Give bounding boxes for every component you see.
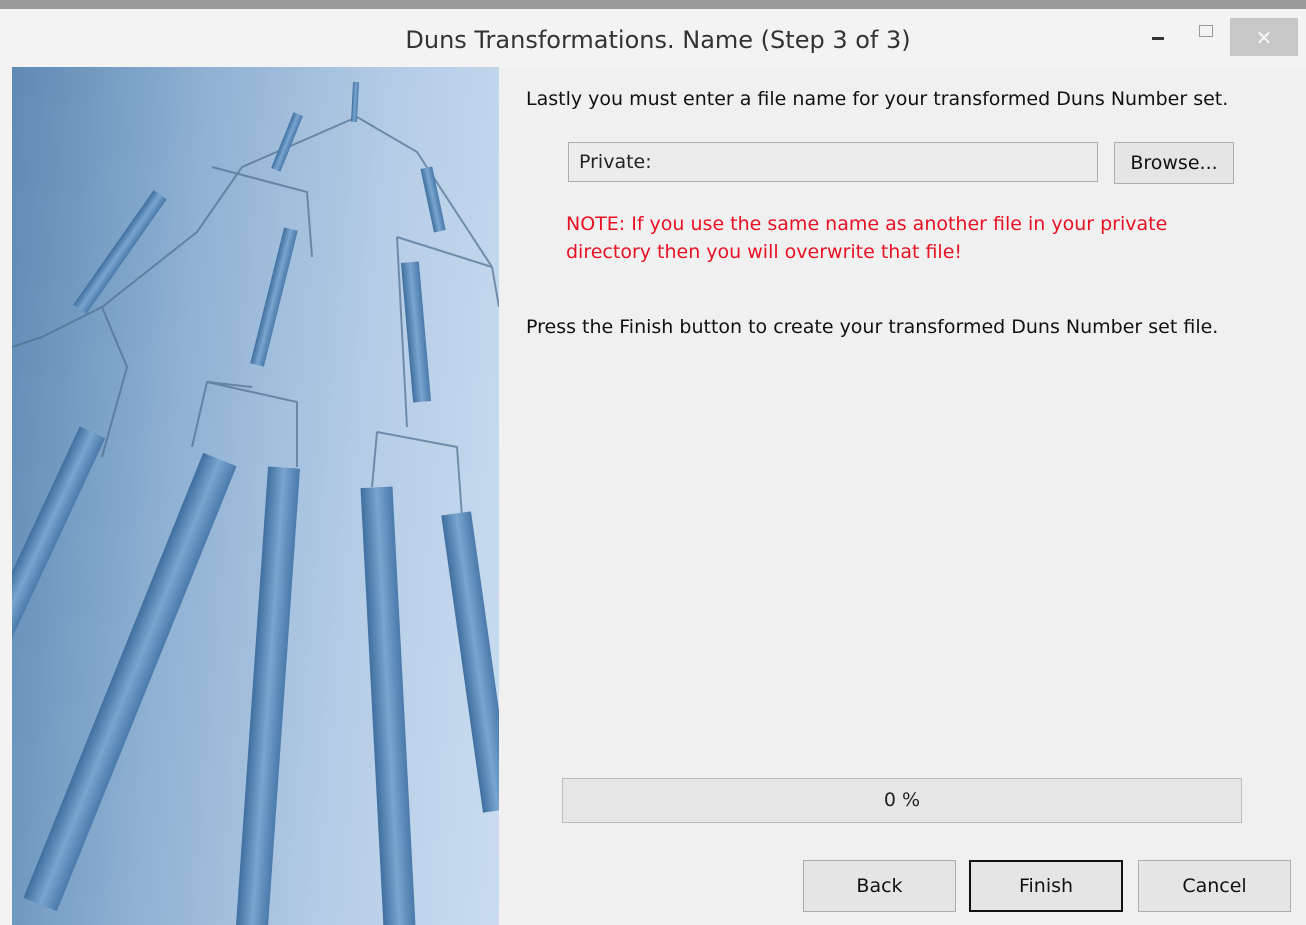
intro-text: Lastly you must enter a file name for yo… <box>526 88 1229 110</box>
title-bar[interactable]: Duns Transformations. Name (Step 3 of 3)… <box>0 9 1306 67</box>
minimize-button[interactable] <box>1138 20 1178 48</box>
close-button[interactable]: × <box>1230 18 1298 56</box>
minimize-icon <box>1152 36 1164 40</box>
file-name-field[interactable]: Private: <box>568 142 1098 182</box>
overwrite-warning: NOTE: If you use the same name as anothe… <box>566 213 1168 263</box>
cancel-button[interactable]: Cancel <box>1138 860 1291 912</box>
wizard-window: Duns Transformations. Name (Step 3 of 3)… <box>0 0 1306 925</box>
progress-bar: 0 % <box>562 778 1242 823</box>
network-tree-illustration <box>12 67 499 925</box>
tree-graphic <box>12 81 499 925</box>
progress-label: 0 % <box>883 789 921 811</box>
maximize-icon <box>1199 25 1213 37</box>
finish-button[interactable]: Finish <box>969 860 1123 912</box>
window-title: Duns Transformations. Name (Step 3 of 3) <box>405 26 911 54</box>
back-button[interactable]: Back <box>803 860 956 912</box>
maximize-button[interactable] <box>1186 20 1226 48</box>
finish-instruction: Press the Finish button to create your t… <box>526 316 1219 338</box>
close-icon: × <box>1255 25 1273 49</box>
browse-button[interactable]: Browse... <box>1114 142 1234 184</box>
